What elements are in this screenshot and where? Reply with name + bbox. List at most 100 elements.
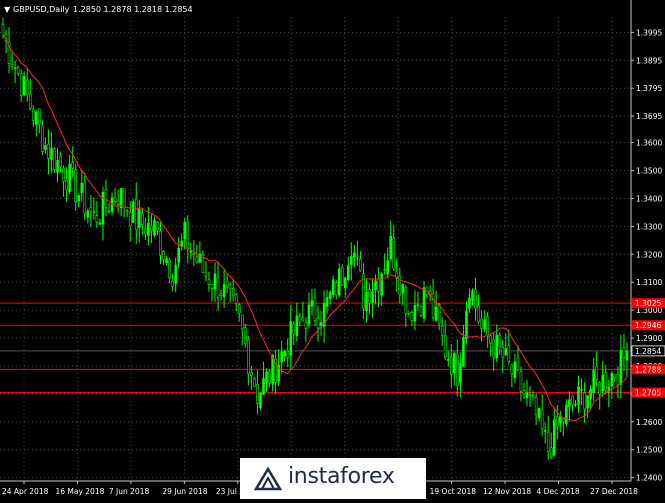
- candle-body: [543, 430, 547, 432]
- candle-body: [22, 76, 26, 96]
- candle-body: [253, 378, 256, 387]
- candle-body: [595, 365, 598, 380]
- candle-body: [119, 188, 123, 209]
- candle-body: [80, 182, 84, 194]
- candle-body: [41, 125, 44, 152]
- candle-body: [134, 198, 138, 230]
- candle-body: [86, 210, 90, 218]
- candle-body: [280, 351, 283, 363]
- candle-body: [565, 404, 568, 424]
- y-tick-label: 1.3695: [636, 112, 662, 121]
- candle-body: [552, 419, 556, 456]
- candle-body: [556, 416, 559, 428]
- x-tick-label: 7 Jun 2018: [109, 487, 150, 496]
- x-tick-label: 16 May 2018: [55, 487, 104, 496]
- candle-body: [562, 418, 565, 422]
- candle-body: [298, 316, 302, 322]
- candle-body: [528, 394, 532, 397]
- candle-body: [459, 363, 462, 382]
- candle-body: [356, 255, 359, 258]
- y-tick-label: 1.2400: [636, 474, 662, 483]
- candle-body: [77, 195, 81, 202]
- candle-body: [525, 392, 529, 399]
- candle-body: [283, 350, 286, 357]
- candle-body: [186, 222, 190, 250]
- candle-body: [125, 210, 129, 213]
- level-price-label: 1.3025: [635, 299, 661, 308]
- x-tick-label: 19 Oct 2018: [430, 487, 477, 496]
- y-tick-label: 1.3400: [636, 194, 662, 203]
- candle-body: [337, 268, 341, 296]
- price-scale[interactable]: 1.3995 1.3895 1.3795 1.3695 1.3600 1.3500 1.34…: [631, 28, 665, 483]
- candle-body: [56, 159, 59, 173]
- candle-body: [313, 297, 317, 322]
- candle-body: [389, 235, 393, 260]
- candle-body: [522, 390, 526, 395]
- candle-body: [449, 356, 453, 375]
- candle-body: [174, 265, 177, 284]
- y-tick-label: 1.2600: [636, 418, 662, 427]
- candle-body: [365, 292, 368, 311]
- chart-canvas[interactable]: 1.3995 1.3895 1.3795 1.3695 1.3600 1.3500 1.34…: [0, 0, 665, 499]
- candle-body: [559, 416, 562, 424]
- candle-body: [440, 326, 444, 336]
- candle-body: [35, 111, 38, 125]
- candle-body: [16, 66, 20, 74]
- candle-body: [95, 215, 99, 223]
- candle-body: [619, 350, 623, 385]
- candle-body: [25, 79, 29, 95]
- candle-body: [98, 222, 102, 225]
- candle-body: [480, 318, 483, 329]
- candle-body: [371, 291, 374, 304]
- candle-body: [153, 220, 156, 236]
- candle-body: [38, 108, 41, 125]
- candle-body: [383, 269, 386, 272]
- x-tick-label: 12 Nov 2018: [483, 487, 531, 496]
- candle-body: [486, 316, 489, 337]
- candle-body: [510, 364, 514, 375]
- y-tick-label: 1.3200: [636, 250, 662, 259]
- candle-body: [598, 382, 602, 395]
- moving-average: [2, 35, 628, 422]
- candle-body: [568, 399, 571, 407]
- candle-body: [1, 24, 5, 36]
- moving-average-line: [2, 35, 628, 422]
- price-chart[interactable]: 1.3995 1.3895 1.3795 1.3695 1.3600 1.3500 1.34…: [0, 0, 665, 499]
- candle-body: [213, 273, 217, 290]
- y-tick-label: 1.2900: [636, 334, 662, 343]
- candle-body: [113, 197, 117, 203]
- candle-body: [413, 304, 417, 322]
- candle-body: [359, 258, 362, 272]
- y-tick-label: 1.2500: [636, 446, 662, 455]
- candle-body: [504, 348, 508, 356]
- candle-body: [107, 210, 111, 213]
- candle-body: [577, 386, 580, 405]
- candle-body: [613, 374, 617, 379]
- candle-body: [13, 67, 17, 70]
- dropdown-triangle-icon[interactable]: ▼: [4, 5, 11, 14]
- candle-body: [328, 292, 332, 299]
- candle-body: [549, 447, 553, 458]
- candle-body: [471, 290, 474, 302]
- candle-body: [350, 256, 353, 265]
- instaforex-logo: instaforex: [240, 458, 426, 499]
- x-tick-label: 4 Dec 2018: [537, 487, 580, 496]
- candle-body: [44, 145, 47, 150]
- candle-body: [537, 407, 541, 419]
- candle-body: [419, 306, 423, 316]
- candle-body: [234, 294, 238, 304]
- x-tick-label: 29 Jun 2018: [162, 487, 207, 496]
- candle-body: [310, 300, 314, 307]
- candle-body: [71, 162, 74, 169]
- candle-body: [437, 303, 441, 324]
- candle-body: [516, 357, 520, 371]
- candle-body: [168, 259, 171, 279]
- candle-body: [592, 369, 595, 393]
- candle-body: [625, 350, 629, 361]
- candle-body: [162, 251, 165, 260]
- instaforex-logo-icon: [254, 466, 282, 491]
- candle-body: [377, 278, 380, 292]
- candle-body: [259, 392, 262, 408]
- candle-body: [347, 265, 350, 280]
- candle-body: [53, 148, 56, 170]
